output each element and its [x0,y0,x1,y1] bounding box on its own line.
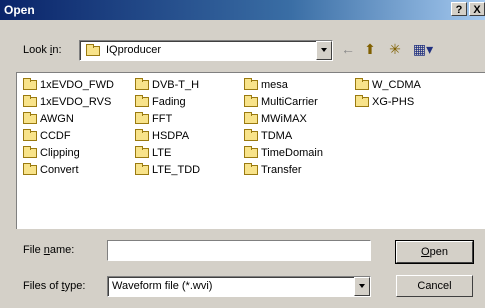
open-button[interactable]: Open [395,240,474,264]
list-item[interactable]: CCDF [23,129,71,147]
file-list[interactable]: 1xEVDO_FWD 1xEVDO_RVS AWGN CCDF Clipping… [16,72,485,229]
file-name-label: File name: [23,244,75,256]
folder-icon [23,95,37,108]
folder-icon [86,44,100,56]
folder-icon [23,146,37,159]
folder-icon [244,163,258,176]
file-type-label: Files of type: [23,280,86,292]
folder-icon [135,129,149,142]
folder-icon [135,95,149,108]
list-item[interactable]: AWGN [23,112,74,130]
look-in-dropdown-arrow[interactable] [316,41,332,60]
list-item[interactable]: TimeDomain [244,146,323,164]
folder-icon [23,78,37,91]
file-type-value: Waveform file (*.wvi) [112,280,213,292]
list-item[interactable]: Transfer [244,163,302,181]
views-menu-icon[interactable]: ▦▾ [408,40,438,58]
folder-icon [23,112,37,125]
list-item[interactable]: W_CDMA [355,78,421,96]
new-folder-icon[interactable]: ✳ [385,40,405,58]
list-item[interactable]: Clipping [23,146,80,164]
back-icon[interactable]: ← [338,40,358,58]
list-item[interactable]: FFT [135,112,172,130]
folder-icon [135,163,149,176]
folder-icon [23,129,37,142]
folder-icon [244,95,258,108]
list-item[interactable]: Fading [135,95,186,113]
folder-icon [355,95,369,108]
folder-icon [135,112,149,125]
look-in-label: Look in: [23,44,62,56]
list-item[interactable]: MWiMAX [244,112,307,130]
folder-icon [244,78,258,91]
list-item[interactable]: 1xEVDO_RVS [23,95,111,113]
folder-icon [244,112,258,125]
cancel-button[interactable]: Cancel [396,275,473,297]
file-type-dropdown[interactable]: Waveform file (*.wvi) [107,276,371,297]
folder-icon [244,146,258,159]
window-title: Open [4,3,35,17]
up-folder-icon[interactable]: ⬆ [360,40,380,58]
look-in-value: IQproducer [106,44,162,56]
list-item[interactable]: XG-PHS [355,95,414,113]
list-item[interactable]: mesa [244,78,288,96]
list-item[interactable]: DVB-T_H [135,78,199,96]
list-item[interactable]: LTE_TDD [135,163,200,181]
list-item[interactable]: MultiCarrier [244,95,318,113]
close-button[interactable]: X [469,2,485,16]
list-item[interactable]: 1xEVDO_FWD [23,78,114,96]
file-type-dropdown-arrow[interactable] [354,277,370,296]
list-item[interactable]: HSDPA [135,129,189,147]
list-item[interactable]: LTE [135,146,171,164]
list-item[interactable]: TDMA [244,129,292,147]
folder-icon [135,78,149,91]
help-button[interactable]: ? [451,2,467,16]
title-bar: Open ? X [0,0,485,20]
folder-icon [23,163,37,176]
folder-icon [244,129,258,142]
look-in-dropdown[interactable]: IQproducer [79,40,333,61]
file-name-input[interactable] [107,240,371,261]
folder-icon [135,146,149,159]
list-item[interactable]: Convert [23,163,79,181]
folder-icon [355,78,369,91]
